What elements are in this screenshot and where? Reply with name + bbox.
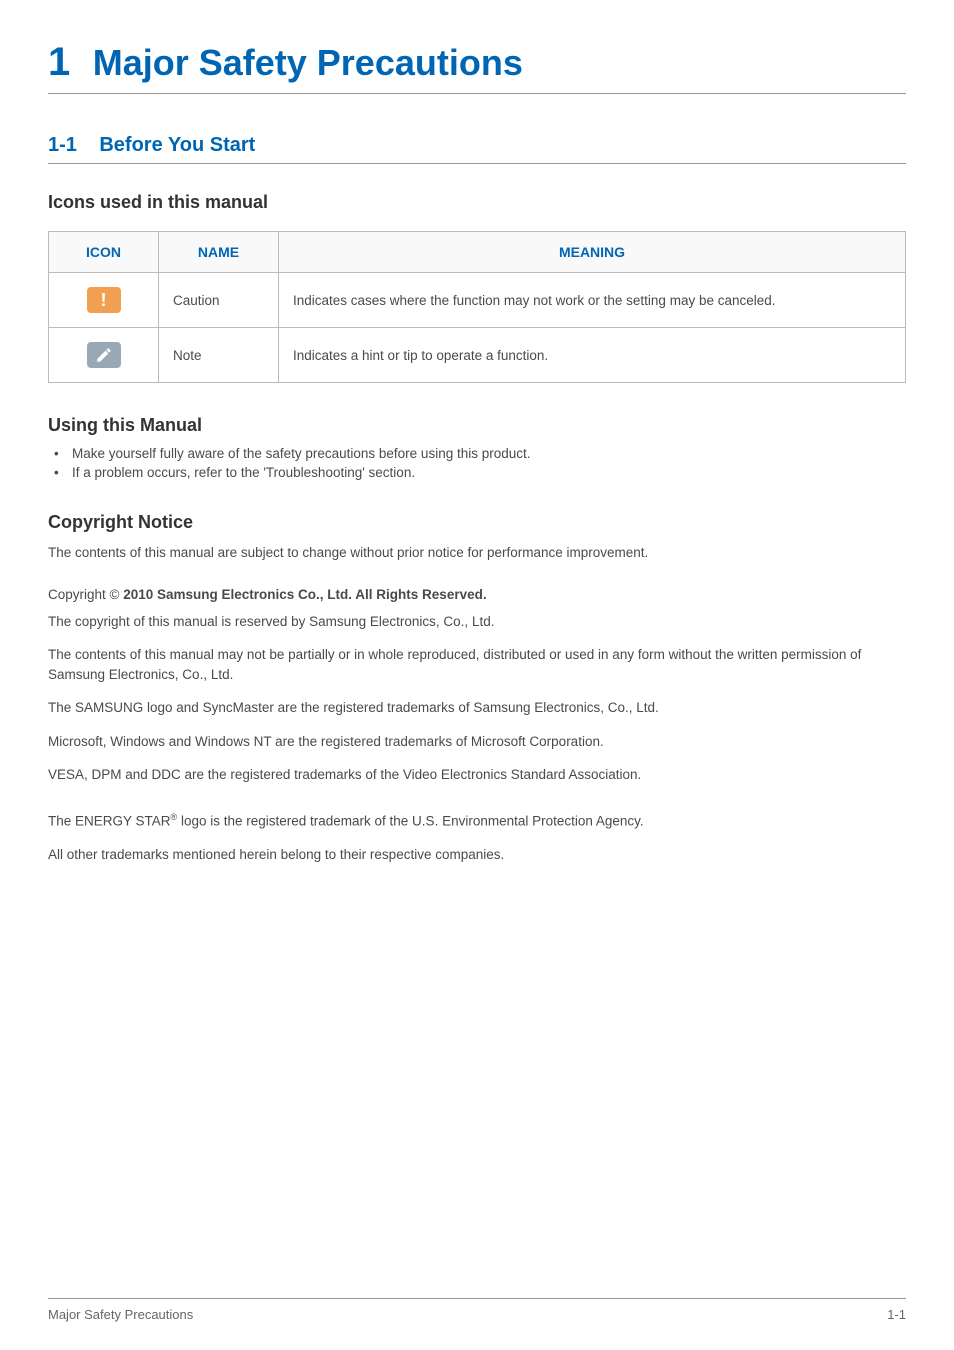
copyright-paragraph: The SAMSUNG logo and SyncMaster are the … — [48, 698, 906, 718]
icon-cell: ! — [49, 273, 159, 328]
section-header: 1-1 Before You Start — [48, 134, 906, 164]
page-footer: Major Safety Precautions 1-1 — [48, 1298, 906, 1322]
table-row: Note Indicates a hint or tip to operate … — [49, 328, 906, 383]
trademarks-final: All other trademarks mentioned herein be… — [48, 845, 906, 865]
name-cell: Note — [159, 328, 279, 383]
copyright-paragraph: The contents of this manual may not be p… — [48, 645, 906, 684]
caution-icon: ! — [87, 287, 121, 313]
using-manual-list: Make yourself fully aware of the safety … — [48, 446, 906, 480]
meaning-cell: Indicates cases where the function may n… — [279, 273, 906, 328]
exclamation-icon: ! — [101, 290, 107, 311]
list-item: Make yourself fully aware of the safety … — [54, 446, 906, 461]
name-cell: Caution — [159, 273, 279, 328]
energy-star-line: The ENERGY STAR® logo is the registered … — [48, 811, 906, 831]
pencil-icon — [95, 346, 113, 364]
footer-left: Major Safety Precautions — [48, 1307, 193, 1322]
section-title: Before You Start — [99, 134, 255, 156]
table-header-name: NAME — [159, 232, 279, 273]
using-manual-title: Using this Manual — [48, 415, 906, 436]
chapter-number: 1 — [48, 40, 70, 84]
table-row: ! Caution Indicates cases where the func… — [49, 273, 906, 328]
copyright-line: Copyright © 2010 Samsung Electronics Co.… — [48, 587, 906, 602]
copyright-paragraph: The copyright of this manual is reserved… — [48, 612, 906, 632]
chapter-title: Major Safety Precautions — [93, 42, 523, 83]
list-item: If a problem occurs, refer to the 'Troub… — [54, 465, 906, 480]
energy-star-pre: The ENERGY STAR — [48, 813, 171, 828]
copyright-title: Copyright Notice — [48, 512, 906, 533]
chapter-header: 1 Major Safety Precautions — [48, 40, 906, 94]
icon-cell — [49, 328, 159, 383]
icons-subsection-title: Icons used in this manual — [48, 192, 906, 213]
note-icon — [87, 342, 121, 368]
copyright-paragraph: VESA, DPM and DDC are the registered tra… — [48, 765, 906, 785]
energy-star-post: logo is the registered trademark of the … — [177, 813, 644, 828]
copyright-bold: 2010 Samsung Electronics Co., Ltd. All R… — [123, 587, 486, 602]
meaning-cell: Indicates a hint or tip to operate a fun… — [279, 328, 906, 383]
copyright-intro: The contents of this manual are subject … — [48, 543, 906, 563]
footer-right: 1-1 — [887, 1307, 906, 1322]
copyright-paragraph: Microsoft, Windows and Windows NT are th… — [48, 732, 906, 752]
table-header-meaning: MEANING — [279, 232, 906, 273]
copyright-prefix: Copyright © — [48, 587, 123, 602]
section-number: 1-1 — [48, 134, 77, 156]
icons-table: ICON NAME MEANING ! Caution Indicates ca… — [48, 231, 906, 383]
table-header-icon: ICON — [49, 232, 159, 273]
